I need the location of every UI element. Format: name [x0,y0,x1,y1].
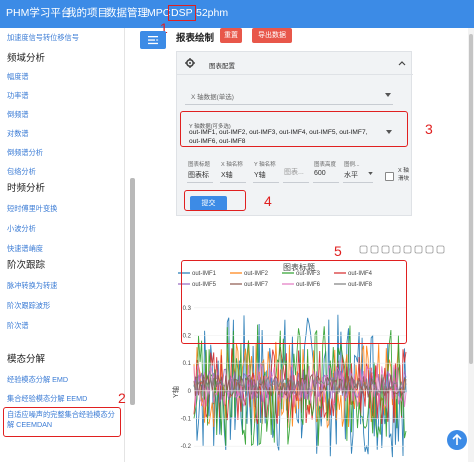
plotly-logo-icon[interactable] [436,245,445,254]
sidebar-item[interactable]: 阶次跟踪波形 [7,301,50,310]
nav-my-projects[interactable]: 我的项目 [66,6,108,20]
sidebar-item[interactable]: 倒频谱 [7,110,29,119]
caret-down-icon [385,93,391,97]
gear-icon [185,58,195,68]
field-label: 图表标题 [188,162,211,168]
field-value: 600 [314,170,326,177]
legend-orient-select[interactable]: 图例... 水平 [343,159,373,183]
sidebar-item[interactable]: 阶次谱 [7,321,29,330]
field-value: X轴 [221,172,233,179]
y-tick-label: 0.1 [183,361,192,367]
field-label: Y 轴名称 [254,162,276,168]
app-root: PHM学习平台 我的项目 数据管理 MPC DSP 52phm 1 加速度信号转… [0,0,474,462]
sidebar-section-order: 阶次跟踪 [7,260,46,271]
chevron-up-icon[interactable] [398,60,406,66]
sidebar-item[interactable]: 快速谱峭度 [7,244,43,253]
zoom-in-icon[interactable] [392,245,401,254]
annotation-4: 4 [264,193,272,209]
field-label: 图例... [344,162,360,168]
brand[interactable]: PHM学习平台 [6,6,71,20]
sidebar-section-modal: 模态分解 [7,354,46,365]
sidebar-item[interactable]: 小波分析 [7,224,36,233]
pan-icon[interactable] [381,245,390,254]
config-title: 图表配置 [209,63,235,70]
y-axis-name-field[interactable]: Y 轴名称 Y轴 [253,159,279,183]
highlight-ceemdan [3,407,121,437]
highlight-submit [184,190,246,211]
sidebar-scrollbar[interactable] [130,178,135,405]
nav-dsp[interactable]: DSP [168,5,196,21]
sidebar-item[interactable]: 包络分析 [7,167,36,176]
page-title: 报表绘制 [176,33,215,44]
sidebar-section-timefreq: 时频分析 [7,183,46,194]
menu-toggle-button[interactable] [140,31,166,49]
nav-52phm[interactable]: 52phm [196,6,228,20]
field-label: 图表高度 [314,162,337,168]
back-to-top-button[interactable] [447,430,467,450]
autoscale-icon[interactable] [414,245,423,254]
field-value: 图表标 [188,172,209,179]
x-axis-placeholder: X 轴数据(单选) [191,94,234,101]
reset-button[interactable]: 重置 [220,28,242,43]
y-axis-label: Y轴 [171,386,180,398]
highlight-y-axis [180,111,408,147]
divider [177,74,413,75]
sidebar-item[interactable]: 短时傅里叶变换 [7,204,57,213]
y-tick-label: -0.2 [181,444,192,450]
menu-fold-icon [148,36,159,45]
x-slider-checkbox[interactable] [385,172,394,181]
sidebar-item-accel-to-disp[interactable]: 加速度信号转位移信号 [7,33,79,42]
sidebar-item[interactable]: 集合经验模态分解 EEMD [7,394,87,403]
chart-type-field[interactable]: 图表... [283,159,309,183]
x-slider-label: X 轴滑块 [398,168,410,182]
sidebar: 加速度信号转位移信号 频域分析 幅度谱 功率谱 倒频谱 对数谱 倒频谱分析 包络… [0,28,125,462]
arrow-up-icon [452,433,462,445]
annotation-3: 3 [425,121,433,137]
field-value: Y轴 [254,172,266,179]
sidebar-item[interactable]: 经验模态分解 EMD [7,375,68,384]
zoom-icon[interactable] [370,245,379,254]
page-scrollbar-thumb[interactable] [469,34,473,364]
chart-title-field[interactable]: 图表标题 图表标 [187,159,213,183]
x-axis-select[interactable]: X 轴数据(单选) [185,85,393,105]
annotation-5: 5 [334,243,342,259]
field-label: X 轴名称 [221,162,243,168]
y-tick-label: -0.1 [181,417,192,423]
field-value: 水平 [344,172,358,179]
reset-axes-icon[interactable] [425,245,434,254]
chart-height-field[interactable]: 图表高度 600 [313,159,339,183]
export-data-button[interactable]: 导出数据 [252,28,292,43]
x-axis-name-field[interactable]: X 轴名称 X轴 [220,159,246,183]
annotation-2: 2 [118,390,126,406]
zoom-out-icon[interactable] [403,245,412,254]
camera-icon[interactable] [359,245,368,254]
sidebar-item[interactable]: 功率谱 [7,91,29,100]
y-tick-label: 0 [188,389,192,395]
highlight-chart [181,260,407,344]
sidebar-section-freq: 频域分析 [7,53,46,64]
sidebar-item[interactable]: 对数谱 [7,129,29,138]
top-nav: PHM学习平台 我的项目 数据管理 MPC DSP 52phm [0,0,474,28]
nav-mpc[interactable]: MPC [147,6,170,20]
nav-data-management[interactable]: 数据管理 [106,6,148,20]
sidebar-item[interactable]: 幅度谱 [7,72,29,81]
sidebar-item[interactable]: 倒频谱分析 [7,148,43,157]
sidebar-item[interactable]: 脉冲转换为转速 [7,281,57,290]
caret-down-icon [368,172,373,175]
field-value: 图表... [284,169,304,176]
